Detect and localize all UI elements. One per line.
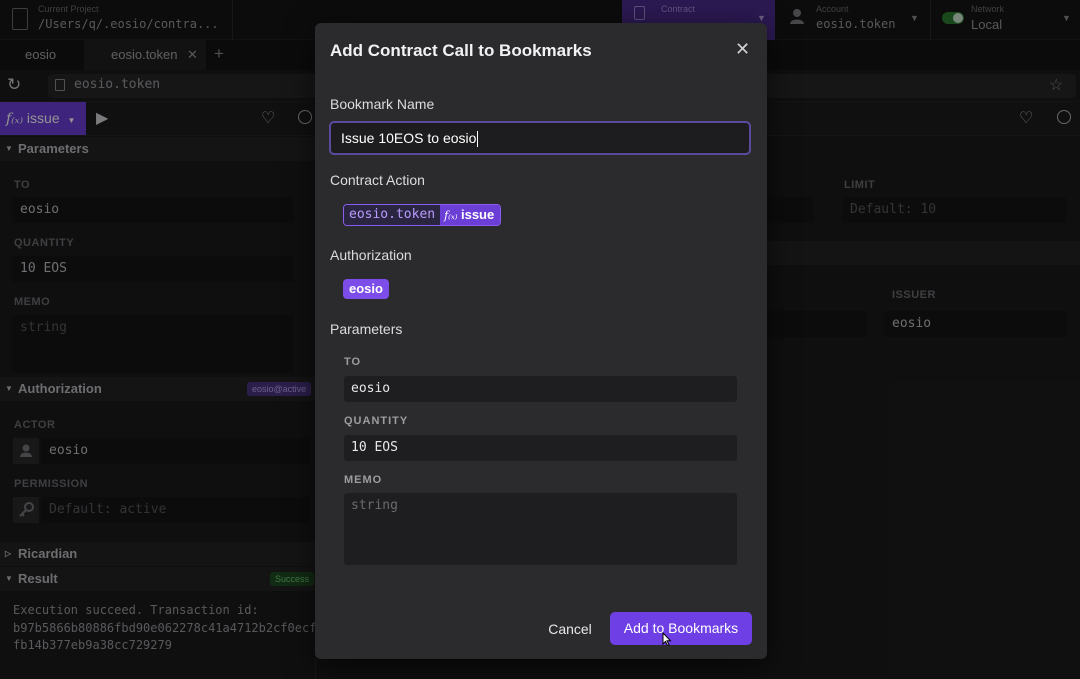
contract-action-pill: eosio.token f₍ₓ₎ issue [343, 204, 502, 226]
param-to-field[interactable]: eosio [344, 376, 737, 402]
action-chip: f₍ₓ₎ issue [440, 205, 501, 225]
bookmark-dialog: Add Contract Call to Bookmarks ✕ Bookmar… [315, 23, 767, 659]
contract-name: eosio.token [344, 205, 441, 225]
authorization-label: Authorization [330, 247, 412, 263]
add-to-bookmarks-button[interactable]: Add to Bookmarks [610, 612, 752, 645]
param-memo-label: MEMO [344, 474, 383, 486]
bookmark-name-value: Issue 10EOS to eosio [341, 130, 477, 146]
action-name: issue [460, 207, 495, 222]
dialog-title: Add Contract Call to Bookmarks [330, 41, 592, 60]
text-cursor [477, 131, 479, 148]
bookmark-name-input[interactable]: Issue 10EOS to eosio [329, 121, 751, 155]
param-quantity-field[interactable]: 10 EOS [344, 435, 737, 461]
param-to-label: TO [344, 356, 362, 368]
param-quantity-label: QUANTITY [344, 415, 409, 427]
param-memo-field[interactable]: string [344, 493, 737, 565]
close-icon[interactable]: ✕ [735, 39, 750, 60]
contract-action-label: Contract Action [330, 172, 425, 188]
parameters-label: Parameters [330, 321, 403, 337]
pointer-cursor-icon [662, 631, 672, 647]
function-icon: f₍ₓ₎ [444, 209, 461, 222]
cancel-button[interactable]: Cancel [535, 613, 605, 645]
bookmark-name-label: Bookmark Name [330, 96, 435, 112]
authorization-pill: eosio [343, 279, 389, 299]
